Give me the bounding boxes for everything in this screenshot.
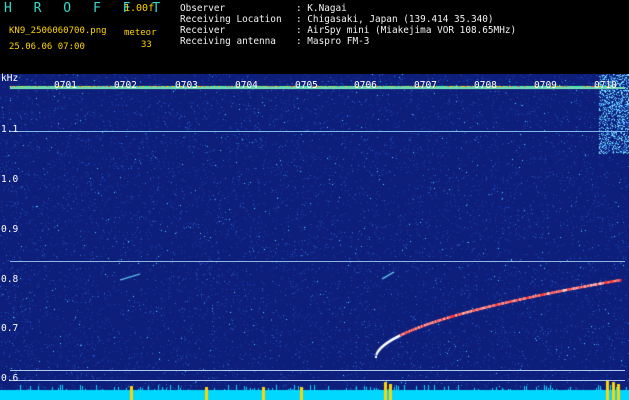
info-value: : K.Nagai xyxy=(296,3,347,14)
info-row-observer: Observer : K.Nagai xyxy=(180,3,516,14)
info-key: Observer xyxy=(180,3,226,14)
info-value: : Maspro FM-3 xyxy=(296,36,370,47)
y-tick-label: 0.7 xyxy=(1,323,19,334)
frequency-line-1100 xyxy=(10,131,625,132)
info-row-location: Receiving Location : Chigasaki, Japan (13… xyxy=(180,14,516,25)
time-label: 0703 xyxy=(175,80,198,91)
info-value: : AirSpy mini (Miakejima VOR 108.65MHz) xyxy=(296,25,517,36)
y-tick-label: 0.9 xyxy=(1,224,19,235)
y-tick-label: 0.8 xyxy=(1,274,19,285)
y-tick-label: 1.0 xyxy=(1,174,19,185)
time-label: 0708 xyxy=(474,80,497,91)
info-row-antenna: Receiving antenna : Maspro FM-3 xyxy=(180,36,516,47)
time-label: 0705 xyxy=(295,80,318,91)
frequency-line-620 xyxy=(10,370,625,371)
info-value: : Chigasaki, Japan (139.414 35.340) xyxy=(296,14,494,25)
time-label: 0704 xyxy=(235,80,258,91)
spectrogram-canvas xyxy=(0,74,629,400)
spectrogram xyxy=(0,74,629,400)
time-label: 0706 xyxy=(354,80,377,91)
meteor-label: meteor xyxy=(124,28,157,38)
time-label: 0710 xyxy=(594,80,617,91)
info-key: Receiver xyxy=(180,25,226,36)
time-label: 0709 xyxy=(534,80,557,91)
frequency-line-840 xyxy=(10,261,625,262)
y-axis-unit: kHz xyxy=(1,73,19,84)
hrofft-window: H R O F F T 1.00f KN9_2506060700.png met… xyxy=(0,0,629,400)
station-info: Observer : K.Nagai Receiving Location : Ch… xyxy=(180,3,516,47)
y-tick-label: 0.6 xyxy=(1,373,19,384)
meteor-count: 33 xyxy=(141,40,152,50)
y-tick-label: 1.1 xyxy=(1,124,19,135)
version-label: 1.00f xyxy=(124,3,155,14)
time-label: 0702 xyxy=(114,80,137,91)
time-label: 0701 xyxy=(54,80,77,91)
info-key: Receiving antenna xyxy=(180,36,276,47)
time-label: 0707 xyxy=(414,80,437,91)
frequency-line-600 xyxy=(10,380,625,381)
filename-label: KN9_2506060700.png xyxy=(9,26,107,36)
info-key: Receiving Location xyxy=(180,14,282,25)
datetime-label: 25.06.06 07:00 xyxy=(9,42,85,52)
info-row-receiver: Receiver : AirSpy mini (Miakejima VOR 108… xyxy=(180,25,516,36)
